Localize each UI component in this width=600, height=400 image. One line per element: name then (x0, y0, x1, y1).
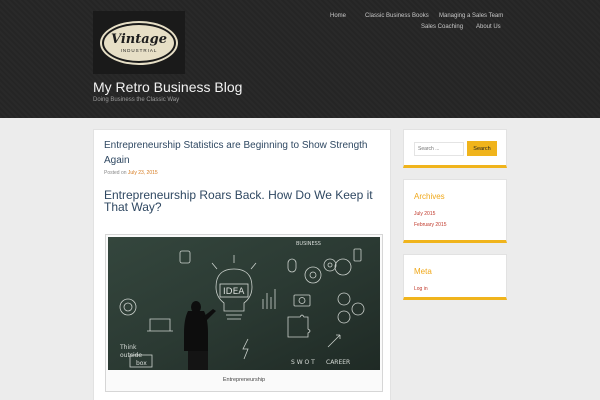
nav-item-home[interactable]: Home (330, 13, 346, 19)
think-chalk-text: Think (119, 344, 137, 351)
post-heading: Entrepreneurship Roars Back. How Do We K… (104, 188, 373, 214)
logo-wordmark: Vintage (110, 31, 168, 47)
archives-widget: Archives July 2015 February 2015 (403, 179, 507, 243)
search-widget: Search (403, 129, 507, 168)
figure-caption: Entrepreneurship (222, 377, 266, 383)
post-article: Entrepreneurship Statistics are Beginnin… (93, 129, 391, 400)
post-date-link[interactable]: July 23, 2015 (128, 170, 158, 176)
site-logo[interactable]: Vintage INDUSTRIAL (93, 11, 185, 74)
logo-subtext: INDUSTRIAL (120, 47, 158, 53)
idea-chalk-text: IDEA (223, 287, 245, 297)
search-input[interactable] (414, 142, 464, 156)
site-title[interactable]: My Retro Business Blog (93, 79, 242, 95)
archives-title: Archives (414, 192, 445, 201)
post-title[interactable]: Entrepreneurship Statistics are Beginnin… (104, 138, 374, 168)
post-meta-prefix: Posted on (104, 170, 127, 176)
archive-link-july-2015[interactable]: July 2015 (414, 211, 435, 217)
nav-item-sales-coaching[interactable]: Sales Coaching (421, 24, 463, 30)
site-tagline: Doing Business the Classic Way (93, 97, 180, 103)
outside-chalk-text: outside (120, 352, 142, 359)
meta-title: Meta (414, 267, 432, 276)
post-meta: Posted on July 23, 2015 (104, 170, 158, 176)
swot-chalk-text: S W O T (291, 359, 315, 366)
business-chalk-text: BUSINESS (296, 241, 321, 247)
vintage-logo-badge: Vintage INDUSTRIAL (102, 22, 176, 63)
nav-item-managing-a-sales-team[interactable]: Managing a Sales Team (439, 13, 503, 19)
meta-widget: Meta Log in (403, 254, 507, 300)
entrepreneurship-chalkboard-image: IDEA BUSINESS S W O T CAREER Think outsi… (108, 237, 380, 370)
box-chalk-text: box (136, 360, 147, 367)
login-link[interactable]: Log in (414, 286, 428, 292)
archive-link-february-2015[interactable]: February 2015 (414, 222, 447, 228)
search-button[interactable]: Search (467, 141, 497, 156)
nav-item-classic-business-books[interactable]: Classic Business Books (365, 13, 429, 19)
career-chalk-text: CAREER (326, 359, 350, 366)
post-figure: IDEA BUSINESS S W O T CAREER Think outsi… (105, 234, 383, 392)
site-header: Vintage INDUSTRIAL My Retro Business Blo… (0, 0, 600, 118)
nav-item-about-us[interactable]: About Us (476, 24, 501, 30)
